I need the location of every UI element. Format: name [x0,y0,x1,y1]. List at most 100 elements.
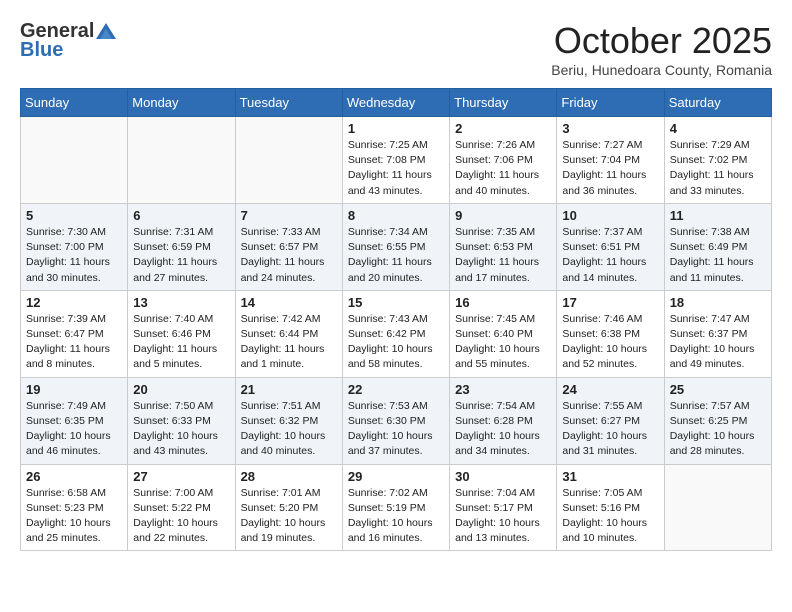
calendar-cell [664,464,771,551]
calendar-row-0: 1 Sunrise: 7:25 AM Sunset: 7:08 PM Daylig… [21,117,772,204]
day-number: 15 [348,295,444,310]
day-info: Sunrise: 7:39 AM Sunset: 6:47 PM Dayligh… [26,312,122,373]
calendar-cell: 27 Sunrise: 7:00 AM Sunset: 5:22 PM Dayli… [128,464,235,551]
calendar-cell: 21 Sunrise: 7:51 AM Sunset: 6:32 PM Dayli… [235,377,342,464]
weekday-header-wednesday: Wednesday [342,89,449,117]
logo: General Blue [20,20,116,62]
day-info: Sunrise: 7:01 AM Sunset: 5:20 PM Dayligh… [241,486,337,547]
day-number: 29 [348,469,444,484]
day-number: 3 [562,121,658,136]
day-info: Sunrise: 7:25 AM Sunset: 7:08 PM Dayligh… [348,138,444,199]
day-info: Sunrise: 7:46 AM Sunset: 6:38 PM Dayligh… [562,312,658,373]
day-info: Sunrise: 7:40 AM Sunset: 6:46 PM Dayligh… [133,312,229,373]
weekday-header-sunday: Sunday [21,89,128,117]
calendar-cell [128,117,235,204]
calendar-row-3: 19 Sunrise: 7:49 AM Sunset: 6:35 PM Dayli… [21,377,772,464]
day-number: 7 [241,208,337,223]
calendar-cell: 30Sunrise: 7:04 AM Sunset: 5:17 PM Dayli… [450,464,557,551]
day-info: Sunrise: 7:30 AM Sunset: 7:00 PM Dayligh… [26,225,122,286]
day-info: Sunrise: 6:58 AM Sunset: 5:23 PM Dayligh… [26,486,122,547]
weekday-header-tuesday: Tuesday [235,89,342,117]
day-number: 12 [26,295,122,310]
day-number: 10 [562,208,658,223]
day-info: Sunrise: 7:02 AM Sunset: 5:19 PM Dayligh… [348,486,444,547]
day-number: 31 [562,469,658,484]
calendar-cell: 17Sunrise: 7:46 AM Sunset: 6:38 PM Dayli… [557,290,664,377]
calendar-cell: 15 Sunrise: 7:43 AM Sunset: 6:42 PM Dayli… [342,290,449,377]
day-info: Sunrise: 7:37 AM Sunset: 6:51 PM Dayligh… [562,225,658,286]
day-number: 20 [133,382,229,397]
weekday-header-thursday: Thursday [450,89,557,117]
calendar-cell: 4Sunrise: 7:29 AM Sunset: 7:02 PM Daylig… [664,117,771,204]
calendar-row-4: 26 Sunrise: 6:58 AM Sunset: 5:23 PM Dayli… [21,464,772,551]
month-title: October 2025 [551,20,772,62]
day-number: 19 [26,382,122,397]
calendar-cell [21,117,128,204]
day-info: Sunrise: 7:49 AM Sunset: 6:35 PM Dayligh… [26,399,122,460]
day-number: 18 [670,295,766,310]
day-number: 27 [133,469,229,484]
calendar-cell: 20 Sunrise: 7:50 AM Sunset: 6:33 PM Dayli… [128,377,235,464]
calendar-cell: 13 Sunrise: 7:40 AM Sunset: 6:46 PM Dayli… [128,290,235,377]
calendar-cell: 28 Sunrise: 7:01 AM Sunset: 5:20 PM Dayli… [235,464,342,551]
calendar-cell: 24 Sunrise: 7:55 AM Sunset: 6:27 PM Dayli… [557,377,664,464]
day-info: Sunrise: 7:05 AM Sunset: 5:16 PM Dayligh… [562,486,658,547]
day-number: 24 [562,382,658,397]
calendar-cell: 18 Sunrise: 7:47 AM Sunset: 6:37 PM Dayli… [664,290,771,377]
weekday-header-monday: Monday [128,89,235,117]
day-info: Sunrise: 7:34 AM Sunset: 6:55 PM Dayligh… [348,225,444,286]
calendar-cell [235,117,342,204]
day-info: Sunrise: 7:45 AM Sunset: 6:40 PM Dayligh… [455,312,551,373]
calendar-cell: 22Sunrise: 7:53 AM Sunset: 6:30 PM Dayli… [342,377,449,464]
calendar-cell: 5 Sunrise: 7:30 AM Sunset: 7:00 PM Daylig… [21,203,128,290]
calendar-header: General Blue October 2025 Beriu, Hunedoa… [20,20,772,78]
weekday-header-saturday: Saturday [664,89,771,117]
day-info: Sunrise: 7:50 AM Sunset: 6:33 PM Dayligh… [133,399,229,460]
day-number: 21 [241,382,337,397]
calendar-cell: 10 Sunrise: 7:37 AM Sunset: 6:51 PM Dayli… [557,203,664,290]
day-number: 28 [241,469,337,484]
day-info: Sunrise: 7:55 AM Sunset: 6:27 PM Dayligh… [562,399,658,460]
day-number: 26 [26,469,122,484]
day-info: Sunrise: 7:27 AM Sunset: 7:04 PM Dayligh… [562,138,658,199]
calendar-cell: 9Sunrise: 7:35 AM Sunset: 6:53 PM Daylig… [450,203,557,290]
day-number: 2 [455,121,551,136]
location-subtitle: Beriu, Hunedoara County, Romania [551,62,772,78]
day-number: 11 [670,208,766,223]
day-info: Sunrise: 7:38 AM Sunset: 6:49 PM Dayligh… [670,225,766,286]
day-number: 8 [348,208,444,223]
calendar-cell: 16 Sunrise: 7:45 AM Sunset: 6:40 PM Dayli… [450,290,557,377]
logo-icon [96,23,116,39]
calendar-cell: 23Sunrise: 7:54 AM Sunset: 6:28 PM Dayli… [450,377,557,464]
day-number: 14 [241,295,337,310]
day-info: Sunrise: 7:35 AM Sunset: 6:53 PM Dayligh… [455,225,551,286]
logo-blue-text: Blue [20,39,63,62]
day-info: Sunrise: 7:47 AM Sunset: 6:37 PM Dayligh… [670,312,766,373]
day-info: Sunrise: 7:33 AM Sunset: 6:57 PM Dayligh… [241,225,337,286]
calendar-cell: 14Sunrise: 7:42 AM Sunset: 6:44 PM Dayli… [235,290,342,377]
day-number: 16 [455,295,551,310]
calendar-cell: 12 Sunrise: 7:39 AM Sunset: 6:47 PM Dayli… [21,290,128,377]
calendar-row-1: 5 Sunrise: 7:30 AM Sunset: 7:00 PM Daylig… [21,203,772,290]
calendar-cell: 1 Sunrise: 7:25 AM Sunset: 7:08 PM Daylig… [342,117,449,204]
day-number: 1 [348,121,444,136]
weekday-header-row: SundayMondayTuesdayWednesdayThursdayFrid… [21,89,772,117]
calendar-cell: 31 Sunrise: 7:05 AM Sunset: 5:16 PM Dayli… [557,464,664,551]
calendar-row-2: 12 Sunrise: 7:39 AM Sunset: 6:47 PM Dayli… [21,290,772,377]
calendar-cell: 11 Sunrise: 7:38 AM Sunset: 6:49 PM Dayli… [664,203,771,290]
title-area: October 2025 Beriu, Hunedoara County, Ro… [551,20,772,78]
calendar-cell: 29 Sunrise: 7:02 AM Sunset: 5:19 PM Dayli… [342,464,449,551]
day-info: Sunrise: 7:00 AM Sunset: 5:22 PM Dayligh… [133,486,229,547]
day-number: 5 [26,208,122,223]
day-number: 30 [455,469,551,484]
day-number: 22 [348,382,444,397]
day-number: 4 [670,121,766,136]
day-info: Sunrise: 7:51 AM Sunset: 6:32 PM Dayligh… [241,399,337,460]
day-info: Sunrise: 7:43 AM Sunset: 6:42 PM Dayligh… [348,312,444,373]
day-info: Sunrise: 7:26 AM Sunset: 7:06 PM Dayligh… [455,138,551,199]
calendar-cell: 7 Sunrise: 7:33 AM Sunset: 6:57 PM Daylig… [235,203,342,290]
calendar-table: SundayMondayTuesdayWednesdayThursdayFrid… [20,88,772,551]
day-number: 13 [133,295,229,310]
calendar-cell: 19 Sunrise: 7:49 AM Sunset: 6:35 PM Dayli… [21,377,128,464]
day-number: 25 [670,382,766,397]
